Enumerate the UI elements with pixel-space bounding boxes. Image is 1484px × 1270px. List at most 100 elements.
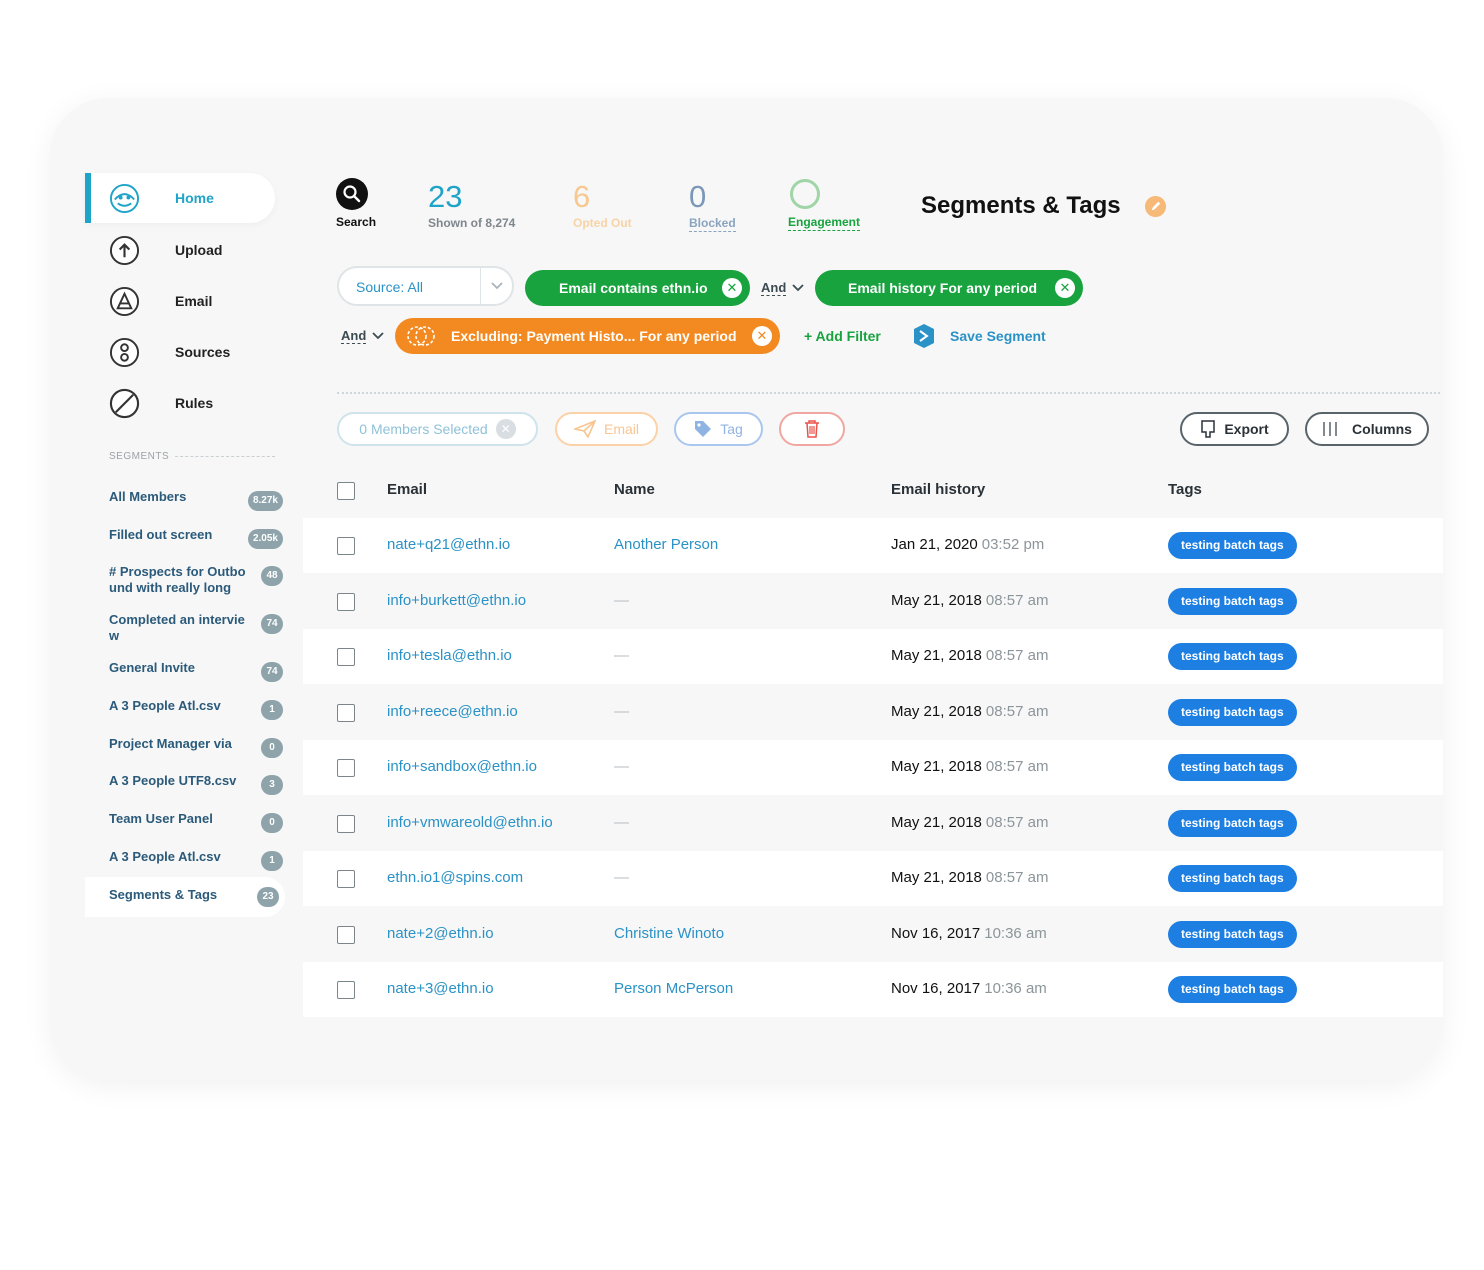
segment-item[interactable]: A 3 People UTF8.csv 3 <box>109 773 283 795</box>
filter-chip-label: Email history For any period <box>848 280 1038 296</box>
row-email-history: May 21, 2018 08:57 am <box>891 814 1048 831</box>
save-segment-label: Save Segment <box>950 328 1046 344</box>
add-filter-button[interactable]: + Add Filter <box>804 328 881 344</box>
row-email[interactable]: info+vmwareold@ethn.io <box>387 814 553 831</box>
opted-out-count: 6 <box>573 179 591 214</box>
segment-item[interactable]: # Prospects for Outbo und with really lo… <box>109 564 283 596</box>
page-title: Segments & Tags <box>921 192 1121 219</box>
table-row[interactable]: info+reece@ethn.io — May 21, 2018 08:57 a… <box>303 685 1443 740</box>
source-select[interactable]: Source: All <box>337 266 514 306</box>
opted-out-label: Opted Out <box>573 216 632 230</box>
segment-item-active[interactable]: Segments & Tags 23 <box>85 877 285 917</box>
row-tag-badge[interactable]: testing batch tags <box>1168 588 1297 615</box>
column-header-email-history[interactable]: Email history <box>891 481 985 498</box>
clear-selection-icon[interactable]: ✕ <box>495 419 516 439</box>
row-tag-badge[interactable]: testing batch tags <box>1168 810 1297 837</box>
row-checkbox[interactable] <box>337 593 355 611</box>
filter-chip-excluding-payment[interactable]: Excluding: Payment Histo... For any peri… <box>395 318 780 354</box>
remove-filter-icon[interactable]: ✕ <box>1055 278 1075 298</box>
row-email[interactable]: nate+2@ethn.io <box>387 925 494 942</box>
remove-filter-icon[interactable]: ✕ <box>722 278 742 298</box>
row-tag-badge[interactable]: testing batch tags <box>1168 754 1297 781</box>
row-time: 03:52 pm <box>981 536 1045 553</box>
table-row[interactable]: info+burkett@ethn.io — May 21, 2018 08:57… <box>303 574 1443 629</box>
segment-item[interactable]: All Members 8.27k <box>109 489 283 511</box>
edit-pencil-icon[interactable] <box>1144 195 1167 218</box>
row-tag-badge[interactable]: testing batch tags <box>1168 699 1297 726</box>
columns-button[interactable]: Columns <box>1305 412 1429 446</box>
segment-label: A 3 People Atl.csv <box>109 698 221 713</box>
row-tag-badge[interactable]: testing batch tags <box>1168 865 1297 892</box>
search-stat[interactable]: Search <box>336 178 376 229</box>
row-checkbox[interactable] <box>337 981 355 999</box>
remove-filter-icon[interactable]: ✕ <box>752 326 772 346</box>
filter-chip-email-history[interactable]: Email history For any period ✕ <box>815 270 1083 306</box>
row-name[interactable]: Person McPerson <box>614 980 733 997</box>
select-all-checkbox[interactable] <box>337 482 355 500</box>
row-name[interactable]: Christine Winoto <box>614 925 724 942</box>
nav-item-email[interactable]: Email <box>85 276 275 326</box>
table-row[interactable]: nate+3@ethn.io Person McPerson Nov 16, 2… <box>303 962 1443 1017</box>
row-checkbox[interactable] <box>337 648 355 666</box>
row-tag-badge[interactable]: testing batch tags <box>1168 976 1297 1003</box>
row-name: — <box>614 758 629 775</box>
row-email[interactable]: ethn.io1@spins.com <box>387 869 523 886</box>
row-email-history: May 21, 2018 08:57 am <box>891 647 1048 664</box>
row-tag-badge[interactable]: testing batch tags <box>1168 532 1297 559</box>
row-checkbox[interactable] <box>337 537 355 555</box>
row-email[interactable]: info+burkett@ethn.io <box>387 592 526 609</box>
filter-chip-email-contains[interactable]: Email contains ethn.io ✕ <box>525 270 750 306</box>
column-header-tags[interactable]: Tags <box>1168 481 1202 498</box>
and-operator-select[interactable]: And <box>341 328 384 344</box>
table-row[interactable]: info+tesla@ethn.io — May 21, 2018 08:57 a… <box>303 629 1443 684</box>
row-email[interactable]: info+sandbox@ethn.io <box>387 758 537 775</box>
table-row[interactable]: nate+q21@ethn.io Another Person Jan 21, … <box>303 518 1443 573</box>
nav-item-home[interactable]: Home <box>85 173 275 223</box>
table-row[interactable]: nate+2@ethn.io Christine Winoto Nov 16, … <box>303 907 1443 962</box>
row-name[interactable]: Another Person <box>614 536 718 553</box>
engagement-stat[interactable]: Engagement <box>788 178 861 231</box>
segment-count-badge: 74 <box>261 662 283 682</box>
nav-item-upload[interactable]: Upload <box>85 225 275 275</box>
segment-item[interactable]: General Invite 74 <box>109 660 283 682</box>
search-icon[interactable] <box>336 178 368 210</box>
column-header-name[interactable]: Name <box>614 481 655 498</box>
segment-count-badge: 0 <box>261 738 283 758</box>
segment-item[interactable]: A 3 People Atl.csv 1 <box>109 849 283 871</box>
row-checkbox[interactable] <box>337 870 355 888</box>
opted-out-stat[interactable]: 6 Opted Out <box>573 179 632 231</box>
row-checkbox[interactable] <box>337 815 355 833</box>
table-row[interactable]: info+sandbox@ethn.io — May 21, 2018 08:57… <box>303 740 1443 795</box>
row-checkbox[interactable] <box>337 759 355 777</box>
segment-item[interactable]: Project Manager via 0 <box>109 736 283 758</box>
row-tag-badge[interactable]: testing batch tags <box>1168 643 1297 670</box>
table-row[interactable]: info+vmwareold@ethn.io — May 21, 2018 08:… <box>303 796 1443 851</box>
source-dropdown-toggle[interactable] <box>480 268 512 304</box>
row-checkbox[interactable] <box>337 926 355 944</box>
row-email[interactable]: info+tesla@ethn.io <box>387 647 512 664</box>
trash-icon <box>805 420 819 438</box>
and-operator-select[interactable]: And <box>761 280 804 296</box>
nav-item-rules[interactable]: Rules <box>85 378 275 428</box>
row-email-history: May 21, 2018 08:57 am <box>891 758 1048 775</box>
segment-item[interactable]: Filled out screen 2.05k <box>109 527 283 549</box>
segment-item[interactable]: A 3 People Atl.csv 1 <box>109 698 283 720</box>
table-row[interactable]: ethn.io1@spins.com — May 21, 2018 08:57 a… <box>303 851 1443 906</box>
delete-button[interactable] <box>779 412 845 446</box>
column-header-email[interactable]: Email <box>387 481 427 498</box>
blocked-stat[interactable]: 0 Blocked <box>689 180 736 232</box>
segment-label: Completed an intervie w <box>109 612 245 643</box>
nav-item-sources[interactable]: Sources <box>85 327 275 377</box>
row-tag-badge[interactable]: testing batch tags <box>1168 921 1297 948</box>
row-email[interactable]: nate+q21@ethn.io <box>387 536 510 553</box>
row-checkbox[interactable] <box>337 704 355 722</box>
row-email[interactable]: nate+3@ethn.io <box>387 980 494 997</box>
tag-action-button[interactable]: Tag <box>674 412 763 446</box>
email-action-button[interactable]: Email <box>555 412 658 446</box>
filter-chip-label: Email contains ethn.io <box>559 280 708 296</box>
segment-item[interactable]: Completed an intervie w 74 <box>109 612 283 644</box>
row-email[interactable]: info+reece@ethn.io <box>387 703 518 720</box>
save-segment-button[interactable]: Save Segment <box>912 323 1046 349</box>
export-button[interactable]: Export <box>1180 412 1289 446</box>
segment-item[interactable]: Team User Panel 0 <box>109 811 283 833</box>
